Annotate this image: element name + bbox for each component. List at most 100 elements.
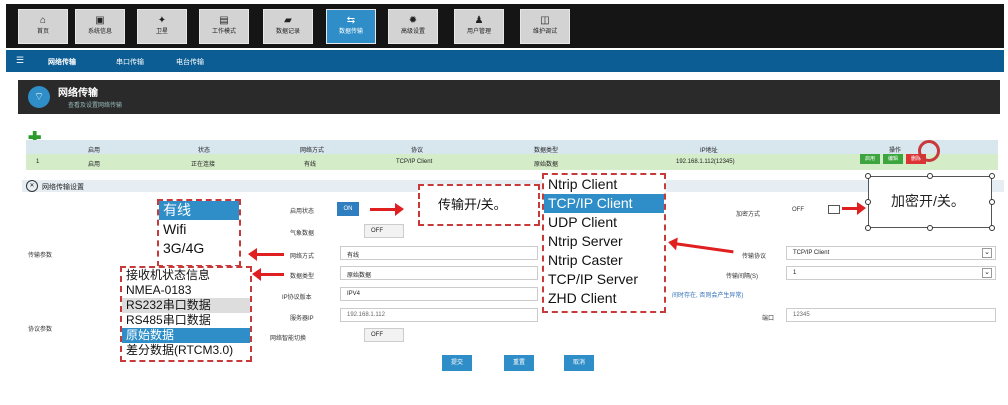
protocol-label: 传输协议 bbox=[742, 254, 767, 260]
row-ip: 192.168.1.112(12345) bbox=[676, 159, 735, 165]
menu-icon[interactable]: ☰ bbox=[16, 55, 24, 66]
smart-switch-toggle[interactable]: OFF bbox=[364, 328, 404, 342]
row-status: 正在连接 bbox=[191, 162, 216, 168]
row-network: 有线 bbox=[304, 162, 317, 168]
tab-serial-transfer[interactable]: 串口传输 bbox=[116, 57, 144, 67]
weather-toggle[interactable]: OFF bbox=[364, 224, 404, 238]
toolbox-icon: ◫ bbox=[540, 15, 550, 26]
nav-user-mgmt[interactable]: ♟ 用户管理 bbox=[454, 9, 504, 44]
table-row[interactable]: 1 启用 正在连接 有线 TCP/IP Client 原始数据 192.168.… bbox=[26, 154, 998, 170]
gear-icon: ✹ bbox=[408, 15, 418, 26]
weather-label: 气象数据 bbox=[290, 231, 315, 237]
ipver-select[interactable]: IPV4 bbox=[340, 287, 538, 301]
page-title: 网络传输 bbox=[58, 88, 98, 99]
nav-system-info[interactable]: ▣ 系统信息 bbox=[75, 9, 125, 44]
arrow-left-icon bbox=[248, 248, 284, 261]
nav-data-transfer[interactable]: ⇆ 数据传输 bbox=[326, 9, 376, 44]
encrypt-toggle-callout: 加密开/关。 bbox=[868, 176, 992, 228]
nav-satellite[interactable]: ✦ 卫星 bbox=[137, 9, 187, 44]
protocol-select[interactable]: TCP/IP Client bbox=[786, 246, 996, 260]
resize-handle[interactable] bbox=[927, 173, 933, 179]
section-title: 网络传输设置 bbox=[42, 184, 84, 191]
col-enable: 启用 bbox=[88, 148, 101, 154]
option-wifi: Wifi bbox=[163, 221, 187, 237]
network-select[interactable]: 有线 bbox=[340, 246, 538, 260]
col-ip: IP地址 bbox=[700, 148, 718, 154]
arrow-right-icon bbox=[842, 202, 866, 215]
resize-handle[interactable] bbox=[865, 225, 871, 231]
resize-handle[interactable] bbox=[989, 199, 995, 205]
tab-network-transfer[interactable]: 网络传输 bbox=[48, 57, 76, 67]
enable-button[interactable]: 启用 bbox=[860, 154, 880, 164]
user-icon: ♟ bbox=[474, 15, 484, 26]
nav-work-mode[interactable]: ▤ 工作模式 bbox=[199, 9, 249, 44]
nav-label: 首页 bbox=[36, 29, 49, 35]
resize-handle[interactable] bbox=[865, 199, 871, 205]
row-protocol: TCP/IP Client bbox=[396, 159, 433, 165]
nav-maintenance[interactable]: ◫ 维护调试 bbox=[520, 9, 570, 44]
nav-home[interactable]: ⌂ 首页 bbox=[18, 9, 68, 44]
rss-icon: ⌔ bbox=[28, 86, 50, 108]
arrow-left-icon bbox=[252, 268, 284, 281]
arrow-right-icon bbox=[370, 203, 404, 216]
col-network: 网络方式 bbox=[300, 148, 325, 154]
option-receiver-status: 接收机状态信息 bbox=[126, 268, 211, 282]
row-enable: 启用 bbox=[88, 162, 101, 168]
nav-data-record[interactable]: ▰ 数据记录 bbox=[263, 9, 313, 44]
highlight-circle bbox=[918, 140, 940, 162]
work-mode-icon: ▤ bbox=[219, 15, 229, 26]
edit-button[interactable]: 编辑 bbox=[883, 154, 903, 164]
encrypt-toggle-text: 加密开/关。 bbox=[891, 193, 965, 209]
page-header: ⌔ 网络传输 查看及设置网络传输 bbox=[18, 80, 1000, 114]
data-options-callout: 接收机状态信息 NMEA-0183 RS232串口数据 RS485串口数据 原始… bbox=[120, 266, 252, 362]
nav-advanced[interactable]: ✹ 高级设置 bbox=[388, 9, 438, 44]
cycle-select[interactable]: 1 bbox=[786, 266, 996, 280]
chevron-down-icon[interactable]: ⌄ bbox=[982, 248, 992, 258]
chevron-down-icon[interactable]: ⌄ bbox=[982, 268, 992, 278]
nav-label: 数据记录 bbox=[275, 29, 300, 35]
tab-radio-transfer[interactable]: 电台传输 bbox=[176, 57, 204, 67]
network-options-callout: 有线 Wifi 3G/4G bbox=[157, 199, 241, 267]
satellite-icon: ✦ bbox=[157, 15, 167, 26]
cycle-label: 传输间隔(S) bbox=[726, 274, 758, 280]
option-udp-client: UDP Client bbox=[548, 214, 617, 230]
encrypt-switch[interactable] bbox=[828, 205, 840, 214]
option-rs485: RS485串口数据 bbox=[126, 313, 211, 327]
option-zhd-client: ZHD Client bbox=[548, 290, 617, 306]
nav-label: 卫星 bbox=[155, 29, 168, 35]
option-rtcm: 差分数据(RTCM3.0) bbox=[126, 343, 234, 357]
resize-handle[interactable] bbox=[989, 173, 995, 179]
smart-switch-label: 网络智能切换 bbox=[270, 336, 307, 342]
option-rs232: RS232串口数据 bbox=[122, 298, 250, 313]
protocol-options-callout: Ntrip Client TCP/IP Client UDP Client Nt… bbox=[542, 173, 666, 313]
server-input[interactable]: 192.168.1.112 bbox=[340, 308, 538, 322]
datatype-select[interactable]: 原始数据 bbox=[340, 266, 538, 280]
nav-label: 工作模式 bbox=[211, 29, 236, 35]
row-data-type: 原始数据 bbox=[534, 162, 559, 168]
nav-label: 数据传输 bbox=[338, 29, 363, 35]
group-protocol-label: 协议参数 bbox=[28, 327, 53, 333]
nav-label: 用户管理 bbox=[466, 29, 491, 35]
encrypt-toggle[interactable]: OFF bbox=[792, 207, 804, 213]
submit-button[interactable]: 提交 bbox=[442, 355, 472, 371]
server-label: 服务器IP bbox=[290, 316, 314, 322]
option-nmea: NMEA-0183 bbox=[126, 283, 192, 297]
option-raw: 原始数据 bbox=[122, 328, 250, 343]
option-3g4g: 3G/4G bbox=[163, 240, 205, 256]
network-label: 网络方式 bbox=[290, 254, 315, 260]
resize-handle[interactable] bbox=[865, 173, 871, 179]
ipver-label: IP协议版本 bbox=[282, 295, 312, 301]
reset-button[interactable]: 重置 bbox=[504, 355, 534, 371]
page-subtitle: 查看及设置网络传输 bbox=[68, 103, 123, 109]
resize-handle[interactable] bbox=[927, 225, 933, 231]
resize-handle[interactable] bbox=[989, 225, 995, 231]
datatype-label: 数据类型 bbox=[290, 274, 315, 280]
nav-label: 系统信息 bbox=[87, 29, 112, 35]
home-icon: ⌂ bbox=[39, 15, 47, 26]
encrypt-label: 加密方式 bbox=[736, 212, 761, 218]
port-input[interactable]: 12345 bbox=[786, 308, 996, 322]
col-data-type: 数据类型 bbox=[534, 148, 559, 154]
cancel-button[interactable]: 取消 bbox=[564, 355, 594, 371]
option-wired: 有线 bbox=[159, 201, 239, 220]
enable-toggle[interactable]: ON bbox=[337, 202, 359, 216]
